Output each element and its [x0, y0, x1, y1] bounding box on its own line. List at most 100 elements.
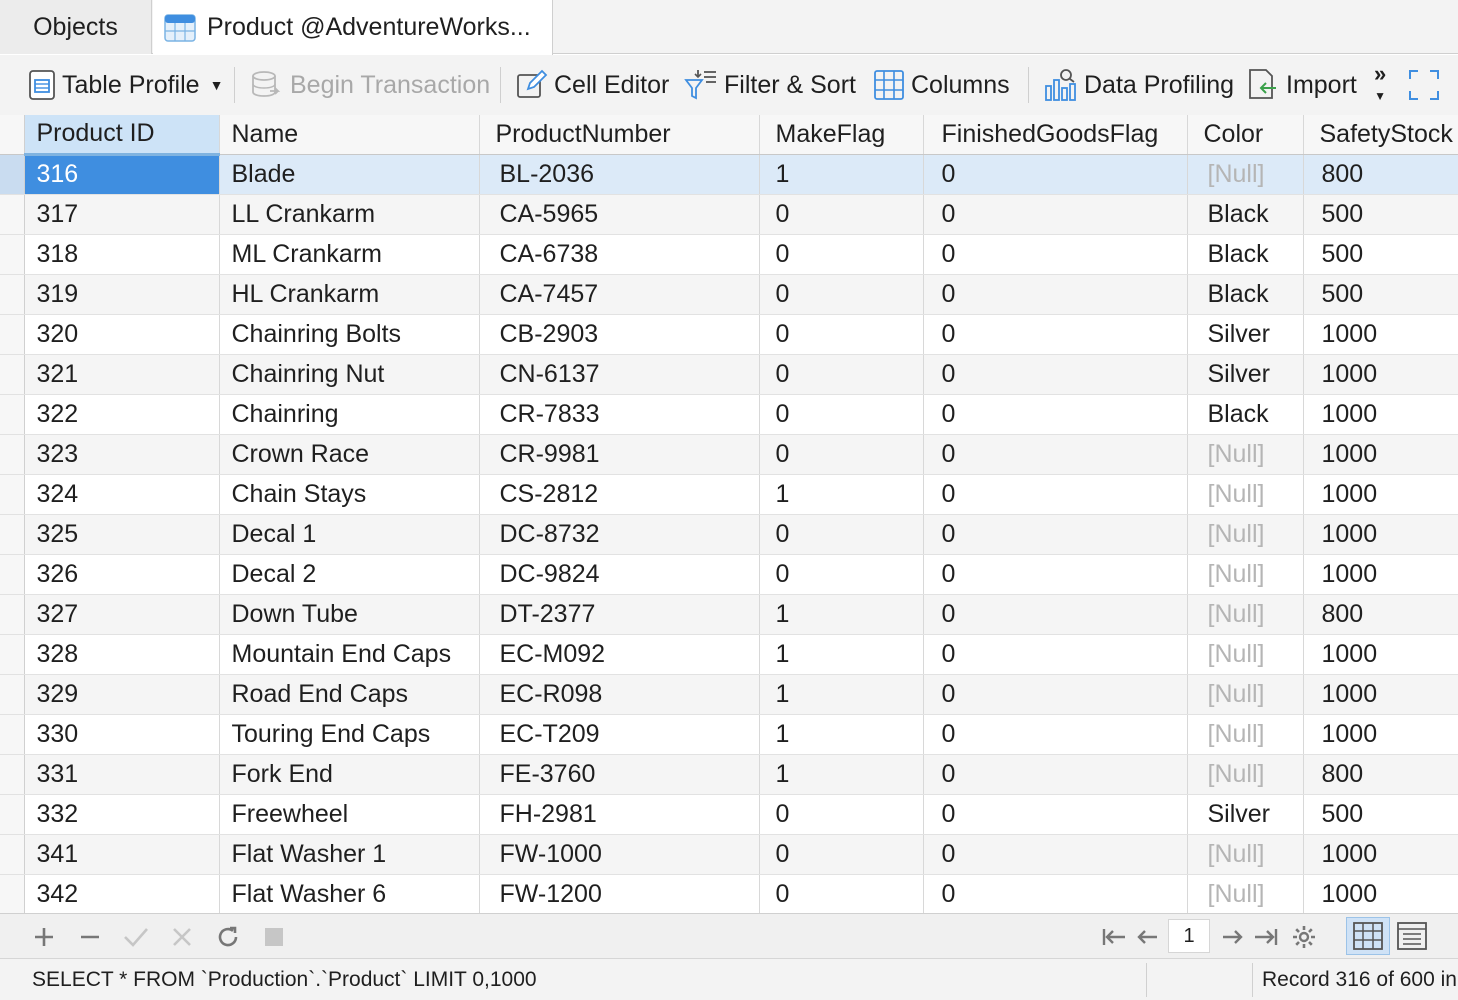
cell-safetystock[interactable]: 500 — [1303, 194, 1458, 235]
cell-safetystock[interactable]: 1000 — [1303, 674, 1458, 715]
cell-safetystock[interactable]: 1000 — [1303, 394, 1458, 435]
cell-productnumber[interactable]: FW-1000 — [479, 834, 760, 875]
row-selector[interactable] — [0, 554, 25, 595]
cell-product-id[interactable]: 341 — [24, 834, 220, 875]
cell-name[interactable]: Chainring Bolts — [219, 314, 480, 355]
cell-safetystock[interactable]: 1000 — [1303, 874, 1458, 913]
table-row[interactable]: 329 Road End Caps EC-R098 1 0 [Null] 1000 — [0, 674, 1458, 715]
more-tools-button[interactable]: » ▼ — [1374, 55, 1386, 115]
cell-color[interactable]: Black — [1187, 234, 1304, 275]
begin-transaction-button[interactable]: Begin Transaction — [250, 55, 490, 115]
cell-finishedgoodsflag[interactable]: 0 — [923, 674, 1188, 715]
table-row[interactable]: 318 ML Crankarm CA-6738 0 0 Black 500 — [0, 234, 1458, 275]
cell-name[interactable]: HL Crankarm — [219, 274, 480, 315]
cell-finishedgoodsflag[interactable]: 0 — [923, 314, 1188, 355]
cell-makeflag[interactable]: 1 — [759, 594, 924, 635]
cell-finishedgoodsflag[interactable]: 0 — [923, 834, 1188, 875]
cell-finishedgoodsflag[interactable]: 0 — [923, 514, 1188, 555]
cell-productnumber[interactable]: CR-9981 — [479, 434, 760, 475]
table-row[interactable]: 332 Freewheel FH-2981 0 0 Silver 500 — [0, 794, 1458, 835]
cell-makeflag[interactable]: 1 — [759, 754, 924, 795]
table-row[interactable]: 316 Blade BL-2036 1 0 [Null] 800 — [0, 154, 1458, 195]
cell-productnumber[interactable]: EC-M092 — [479, 634, 760, 675]
column-header-safetystock[interactable]: SafetyStock — [1303, 115, 1458, 155]
cell-finishedgoodsflag[interactable]: 0 — [923, 154, 1188, 195]
cell-makeflag[interactable]: 0 — [759, 194, 924, 235]
cell-makeflag[interactable]: 1 — [759, 674, 924, 715]
cell-product-id[interactable]: 327 — [24, 594, 220, 635]
data-grid[interactable]: Product ID Name ProductNumber MakeFlag F… — [0, 115, 1458, 913]
table-row[interactable]: 342 Flat Washer 6 FW-1200 0 0 [Null] 1000 — [0, 874, 1458, 913]
cell-safetystock[interactable]: 1000 — [1303, 314, 1458, 355]
row-selector[interactable] — [0, 434, 25, 475]
cell-product-id[interactable]: 320 — [24, 314, 220, 355]
form-view-button[interactable] — [1390, 917, 1434, 955]
cell-product-id[interactable]: 317 — [24, 194, 220, 235]
table-row[interactable]: 324 Chain Stays CS-2812 1 0 [Null] 1000 — [0, 474, 1458, 515]
stop-button[interactable] — [258, 914, 290, 959]
row-selector[interactable] — [0, 194, 25, 235]
row-selector[interactable] — [0, 234, 25, 275]
cell-name[interactable]: Crown Race — [219, 434, 480, 475]
cell-name[interactable]: Mountain End Caps — [219, 634, 480, 675]
delete-record-button[interactable] — [74, 914, 106, 959]
cell-name[interactable]: Touring End Caps — [219, 714, 480, 755]
cell-color[interactable]: Silver — [1187, 354, 1304, 395]
first-page-button[interactable] — [1098, 914, 1130, 959]
cell-finishedgoodsflag[interactable]: 0 — [923, 714, 1188, 755]
column-header-finishedgoodsflag[interactable]: FinishedGoodsFlag — [923, 115, 1188, 155]
row-selector[interactable] — [0, 154, 25, 195]
column-header-productnumber[interactable]: ProductNumber — [479, 115, 760, 155]
fullscreen-button[interactable] — [1408, 55, 1446, 115]
table-row[interactable]: 341 Flat Washer 1 FW-1000 0 0 [Null] 1000 — [0, 834, 1458, 875]
add-record-button[interactable] — [28, 914, 60, 959]
cell-product-id[interactable]: 342 — [24, 874, 220, 913]
cell-safetystock[interactable]: 800 — [1303, 594, 1458, 635]
apply-changes-button[interactable] — [120, 914, 152, 959]
cell-makeflag[interactable]: 0 — [759, 874, 924, 913]
cell-product-id[interactable]: 329 — [24, 674, 220, 715]
row-header-corner[interactable] — [0, 115, 25, 155]
cell-safetystock[interactable]: 1000 — [1303, 474, 1458, 515]
cell-makeflag[interactable]: 0 — [759, 514, 924, 555]
page-number-input[interactable]: 1 — [1168, 919, 1210, 953]
cell-finishedgoodsflag[interactable]: 0 — [923, 634, 1188, 675]
cell-product-id[interactable]: 331 — [24, 754, 220, 795]
import-button[interactable]: Import — [1246, 55, 1357, 115]
cell-finishedgoodsflag[interactable]: 0 — [923, 474, 1188, 515]
cell-finishedgoodsflag[interactable]: 0 — [923, 274, 1188, 315]
row-selector[interactable] — [0, 874, 25, 913]
cell-color[interactable]: [Null] — [1187, 634, 1304, 675]
cell-safetystock[interactable]: 500 — [1303, 274, 1458, 315]
row-selector[interactable] — [0, 834, 25, 875]
row-selector[interactable] — [0, 594, 25, 635]
cell-name[interactable]: Down Tube — [219, 594, 480, 635]
cell-product-id[interactable]: 319 — [24, 274, 220, 315]
last-page-button[interactable] — [1250, 914, 1282, 959]
cell-safetystock[interactable]: 1000 — [1303, 634, 1458, 675]
cell-productnumber[interactable]: CB-2903 — [479, 314, 760, 355]
cell-productnumber[interactable]: CA-7457 — [479, 274, 760, 315]
next-page-button[interactable] — [1218, 914, 1248, 959]
cell-product-id[interactable]: 330 — [24, 714, 220, 755]
filter-sort-button[interactable]: Filter & Sort — [684, 55, 856, 115]
cell-productnumber[interactable]: DC-8732 — [479, 514, 760, 555]
cell-productnumber[interactable]: CS-2812 — [479, 474, 760, 515]
cell-finishedgoodsflag[interactable]: 0 — [923, 394, 1188, 435]
cell-makeflag[interactable]: 0 — [759, 794, 924, 835]
cell-color[interactable]: [Null] — [1187, 594, 1304, 635]
cell-editor-button[interactable]: Cell Editor — [516, 55, 669, 115]
column-header-color[interactable]: Color — [1187, 115, 1304, 155]
cell-color[interactable]: Silver — [1187, 794, 1304, 835]
cell-productnumber[interactable]: CA-6738 — [479, 234, 760, 275]
row-selector[interactable] — [0, 754, 25, 795]
cell-makeflag[interactable]: 0 — [759, 554, 924, 595]
cell-productnumber[interactable]: CR-7833 — [479, 394, 760, 435]
cell-productnumber[interactable]: FH-2981 — [479, 794, 760, 835]
cell-name[interactable]: Chainring Nut — [219, 354, 480, 395]
cell-finishedgoodsflag[interactable]: 0 — [923, 794, 1188, 835]
row-selector[interactable] — [0, 674, 25, 715]
cell-color[interactable]: [Null] — [1187, 714, 1304, 755]
cell-safetystock[interactable]: 1000 — [1303, 554, 1458, 595]
cell-makeflag[interactable]: 1 — [759, 634, 924, 675]
